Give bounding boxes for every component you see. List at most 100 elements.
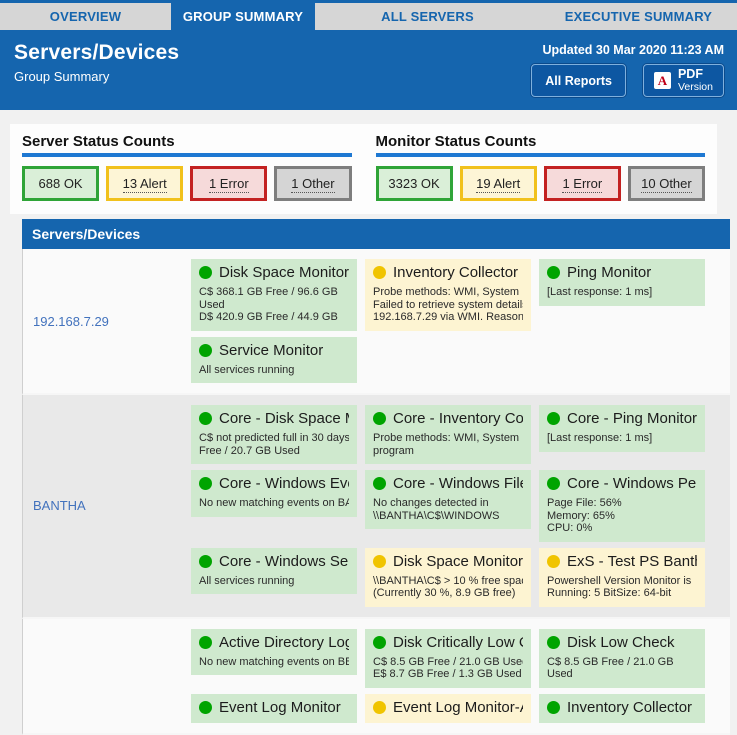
monitor-title-link[interactable]: ExS - Test PS Bantha (547, 553, 697, 570)
monitor-cell: Event Log Monitor-App (365, 694, 531, 723)
monitor-title: Core - Windows Perfor (567, 475, 697, 492)
monitor-title-link[interactable]: Core - Windows File Ch (373, 475, 523, 492)
status-badge-ok: 3323 OK (376, 166, 453, 201)
status-dot-ok-icon (547, 477, 560, 490)
monitor-detail: \\BANTHA\C$ > 10 % free space(Currently … (373, 575, 523, 600)
monitor-title: Ping Monitor (567, 264, 651, 281)
detail-line: No changes detected in (373, 497, 523, 510)
monitor-cell: Core - Windows File Ch No changes detecte… (365, 470, 531, 529)
detail-line: E$ 8.7 GB Free / 1.3 GB Used (373, 668, 523, 681)
monitor-title-link[interactable]: Inventory Collector (373, 264, 523, 281)
status-badges: 688 OK 13 Alert 1 Error 1 Other (22, 166, 352, 201)
monitor-title-link[interactable]: Core - Inventory Collec (373, 410, 523, 427)
tab-executive-summary[interactable]: EXECUTIVE SUMMARY (540, 3, 737, 30)
monitor-cell: Active Directory Login No new matching ev… (191, 629, 357, 676)
monitor-detail: No new matching events on BB-8 (199, 656, 349, 669)
monitor-grid: Active Directory Login No new matching ev… (191, 619, 705, 733)
tab-overview[interactable]: OVERVIEW (0, 3, 171, 30)
tab-bar: OVERVIEWGROUP SUMMARYALL SERVERSEXECUTIV… (0, 3, 737, 30)
monitor-title-link[interactable]: Disk Critically Low Che (373, 634, 523, 651)
detail-line: CPU: 0% (547, 522, 697, 535)
monitor-title-link[interactable]: Core - Windows Perfor (547, 475, 697, 492)
tab-group-summary[interactable]: GROUP SUMMARY (171, 3, 315, 30)
status-panel-title: Monitor Status Counts (376, 133, 706, 153)
detail-line: Failed to retrieve system details via W (373, 299, 523, 312)
status-badge-error[interactable]: 1 Error (544, 166, 621, 201)
monitor-title: Service Monitor (219, 342, 323, 359)
status-dot-ok-icon (547, 701, 560, 714)
monitor-title: Disk Critically Low Che (393, 634, 523, 651)
server-row: Active Directory Login No new matching ev… (22, 619, 730, 735)
monitor-cell: Core - Windows Perfor Page File: 56%Memor… (539, 470, 705, 542)
detail-line: Memory: 65% (547, 510, 697, 523)
monitor-title-link[interactable]: Ping Monitor (547, 264, 697, 281)
server-name-link[interactable]: BANTHA (33, 498, 86, 513)
monitor-title-link[interactable]: Event Log Monitor (199, 699, 349, 716)
monitor-cell: Core - Windows Servic All services runnin… (191, 548, 357, 595)
monitor-title-link[interactable]: Service Monitor (199, 342, 349, 359)
badge-label: 688 OK (39, 176, 83, 191)
status-dot-ok-icon (199, 477, 212, 490)
badge-label: 1 Error (209, 176, 249, 193)
detail-line: Used (199, 299, 349, 312)
status-dot-ok-icon (373, 636, 386, 649)
all-reports-button[interactable]: All Reports (531, 64, 626, 97)
status-dot-ok-icon (199, 266, 212, 279)
monitor-title: Active Directory Login (219, 634, 349, 651)
badge-label: 19 Alert (476, 176, 520, 193)
page-subtitle: Group Summary (14, 69, 179, 84)
status-badge-other[interactable]: 10 Other (628, 166, 705, 201)
detail-line: C$ 8.5 GB Free / 21.0 GB Used (373, 656, 523, 669)
detail-line: program (373, 445, 523, 458)
monitor-title: Inventory Collector (393, 264, 518, 281)
monitor-cell: Ping Monitor[Last response: 1 ms] (539, 259, 705, 306)
detail-line: Probe methods: WMI, System Details (373, 286, 523, 299)
detail-line: No new matching events on BANTHA (199, 497, 349, 510)
tab-all-servers[interactable]: ALL SERVERS (315, 3, 540, 30)
monitor-cell: ExS - Test PS BanthaPowershell Version M… (539, 548, 705, 607)
status-badge-alert[interactable]: 19 Alert (460, 166, 537, 201)
monitor-title-link[interactable]: Disk Space Monitor (199, 264, 349, 281)
detail-line: (Currently 30 %, 8.9 GB free) (373, 587, 523, 600)
monitor-detail: [Last response: 1 ms] (547, 432, 697, 445)
monitor-title-link[interactable]: Event Log Monitor-App (373, 699, 523, 716)
monitor-title-link[interactable]: Active Directory Login (199, 634, 349, 651)
monitor-title-link[interactable]: Core - Windows Event (199, 475, 349, 492)
title-underline (22, 153, 352, 157)
monitor-title: ExS - Test PS Bantha (567, 553, 697, 570)
pdf-label: PDF (678, 68, 713, 82)
status-badge-alert[interactable]: 13 Alert (106, 166, 183, 201)
server-status-counts: Server Status Counts688 OK13 Alert1 Erro… (22, 133, 352, 201)
table-rows: 192.168.7.29 Disk Space Monitor C$ 368.1 G… (22, 249, 730, 735)
badge-label: 1 Other (291, 176, 334, 193)
detail-line: All services running (199, 575, 349, 588)
monitor-title-link[interactable]: Core - Disk Space Mon (199, 410, 349, 427)
monitor-grid: Disk Space Monitor C$ 368.1 GB Free / 96.… (191, 249, 705, 393)
monitor-title-link[interactable]: Disk Space Monitor Co (373, 553, 523, 570)
monitor-title-link[interactable]: Core - Ping Monitor (547, 410, 697, 427)
status-dot-ok-icon (547, 636, 560, 649)
detail-line: C$ 8.5 GB Free / 21.0 GB (547, 656, 697, 669)
servers-devices-table: Servers/Devices 192.168.7.29Disk Space M… (22, 219, 730, 735)
monitor-detail: All services running (199, 575, 349, 588)
status-dot-ok-icon (199, 701, 212, 714)
detail-line: [Last response: 1 ms] (547, 432, 697, 445)
status-badge-other[interactable]: 1 Other (274, 166, 351, 201)
monitor-detail: C$ 368.1 GB Free / 96.6 GBUsedD$ 420.9 G… (199, 286, 349, 324)
monitor-title-link[interactable]: Inventory Collector (547, 699, 697, 716)
monitor-title-link[interactable]: Core - Windows Servic (199, 553, 349, 570)
monitor-cell: Disk Space Monitor C$ 368.1 GB Free / 96.… (191, 259, 357, 331)
status-dot-ok-icon (199, 344, 212, 357)
server-name-link[interactable]: 192.168.7.29 (33, 314, 109, 329)
monitor-title: Inventory Collector (567, 699, 692, 716)
monitor-cell: Event Log Monitor (191, 694, 357, 723)
detail-line: Page File: 56% (547, 497, 697, 510)
monitor-title-link[interactable]: Disk Low Check (547, 634, 697, 651)
status-badge-error[interactable]: 1 Error (190, 166, 267, 201)
detail-line: Probe methods: WMI, System Details (373, 432, 523, 445)
monitor-title: Disk Low Check (567, 634, 675, 651)
status-badge-ok: 688 OK (22, 166, 99, 201)
monitor-title: Event Log Monitor (219, 699, 341, 716)
pdf-version-button[interactable]: A PDF Version (643, 64, 724, 97)
status-dot-alert-icon (373, 555, 386, 568)
